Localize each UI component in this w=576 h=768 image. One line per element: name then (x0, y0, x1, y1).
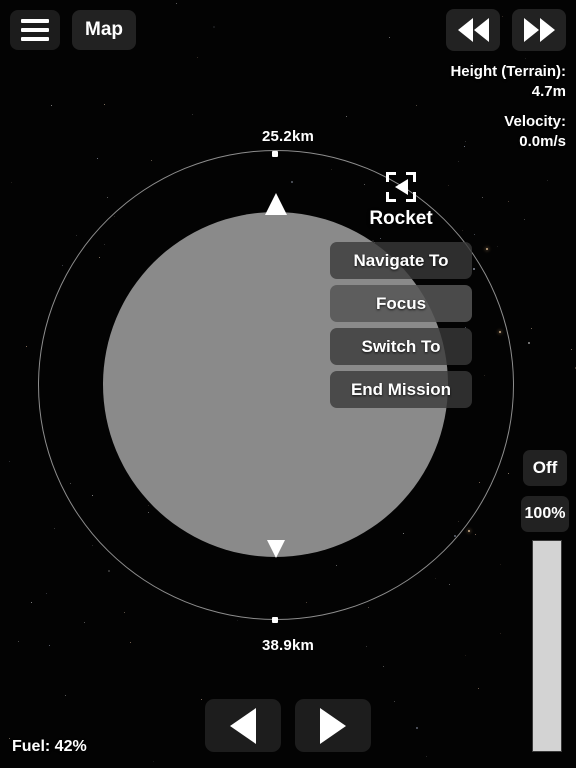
height-value: 4.7m (531, 83, 566, 101)
craft-selection: Rocket Navigate To Focus Switch To End M… (330, 172, 472, 408)
velocity-readout: Velocity: 0.0m/s (450, 112, 566, 153)
throttle-percent-label[interactable]: 100% (521, 496, 569, 532)
focus-button[interactable]: Focus (330, 285, 472, 322)
throttle-slider-fill (533, 541, 561, 751)
craft-marker-up-icon (265, 193, 287, 215)
map-button[interactable]: Map (72, 10, 136, 50)
craft-marker-down-icon (267, 540, 285, 558)
forward-arrow (523, 18, 539, 42)
hamburger-menu-icon[interactable] (10, 10, 60, 50)
menu-bar (21, 28, 49, 32)
rotation-controls (205, 699, 371, 752)
rcs-toggle-button[interactable]: Off (523, 450, 567, 486)
throttle-slider[interactable] (532, 540, 562, 752)
height-label: Height (Terrain): (450, 63, 566, 80)
rewind-arrow (457, 18, 473, 42)
navigate-to-button[interactable]: Navigate To (330, 242, 472, 279)
telemetry-panel: Height (Terrain): 4.7m Velocity: 0.0m/s (450, 62, 566, 161)
menu-bar (21, 37, 49, 41)
right-arrow (320, 707, 346, 744)
apoapsis-node-icon[interactable] (272, 151, 278, 157)
fast-forward-icon[interactable] (512, 9, 566, 51)
periapsis-node-icon[interactable] (272, 617, 278, 623)
game-viewport: 25.2km 38.9km Rocket Navigate To Focus S… (0, 0, 576, 768)
velocity-label: Velocity: (504, 112, 566, 130)
craft-name-label: Rocket (369, 208, 433, 229)
periapsis-label: 38.9km (261, 637, 315, 654)
switch-to-button[interactable]: Switch To (330, 328, 472, 365)
rotate-right-icon[interactable] (295, 699, 371, 752)
timewarp-controls (446, 9, 566, 51)
rotate-left-icon[interactable] (205, 699, 281, 752)
left-arrow (230, 707, 256, 744)
fuel-status-label: Fuel: 42% (12, 738, 87, 755)
rewind-arrow (473, 18, 489, 42)
forward-arrow (539, 18, 555, 42)
top-left-toolbar: Map (10, 10, 136, 50)
rocket-craft-icon (395, 179, 408, 195)
menu-bar (21, 19, 49, 23)
velocity-value: 0.0m/s (519, 132, 566, 150)
selection-reticle-icon (386, 172, 416, 202)
height-readout: Height (Terrain): 4.7m (450, 62, 566, 103)
end-mission-button[interactable]: End Mission (330, 371, 472, 408)
rewind-icon[interactable] (446, 9, 500, 51)
context-menu: Navigate To Focus Switch To End Mission (330, 242, 472, 408)
